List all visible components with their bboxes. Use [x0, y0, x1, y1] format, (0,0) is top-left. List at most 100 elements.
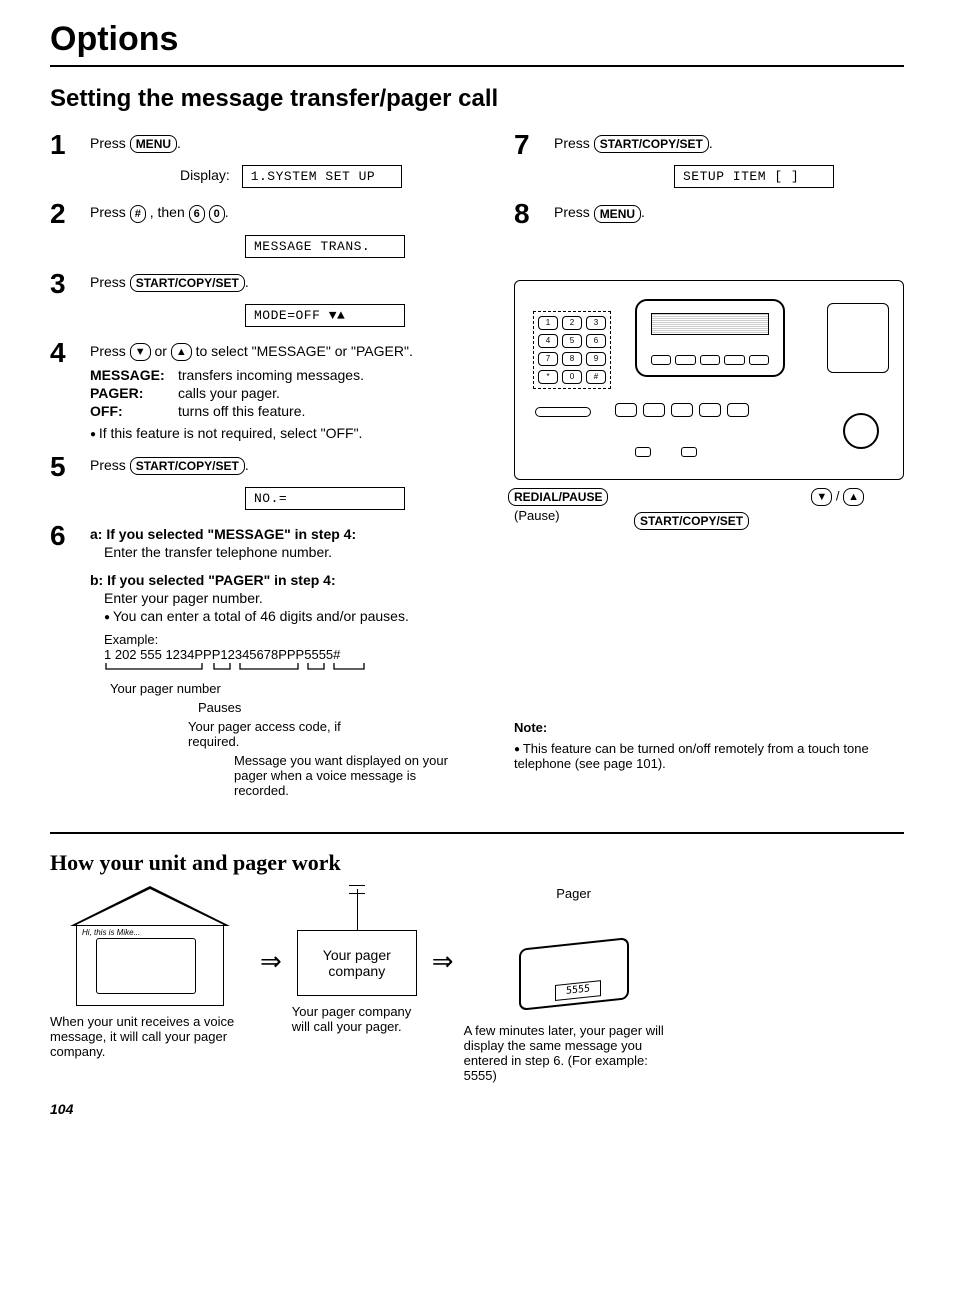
def-message-term: MESSAGE:: [90, 367, 178, 383]
device-illustration-wrap: Dial keypad MENU 123 456 789 *0#: [514, 280, 904, 550]
how-cap-2: Your pager company will call your pager.: [292, 1004, 422, 1034]
down-arrow-key: ▼: [130, 343, 151, 361]
step-4-number: 4: [50, 337, 76, 441]
def-off-term: OFF:: [90, 403, 178, 419]
step-1-text: Press: [90, 135, 130, 151]
fax-machine-icon: [96, 938, 196, 994]
antenna-icon: [357, 889, 358, 931]
pager-icon: 5555: [509, 925, 639, 1015]
side-buttons-icon: [827, 303, 889, 373]
step-7-number: 7: [514, 129, 540, 188]
step-2-pre: Press: [90, 204, 130, 220]
steps-left: 1 Press MENU. Display: 1.SYSTEM SET UP 2…: [50, 129, 484, 808]
house-icon: Hi, this is Mike...: [70, 886, 230, 1006]
step-6b-body: Enter your pager number.: [104, 590, 484, 606]
display-label: Display:: [180, 167, 230, 183]
menu-key-8: MENU: [594, 205, 641, 223]
page-number: 104: [50, 1101, 904, 1117]
how-cap-3: A few minutes later, your pager will dis…: [464, 1023, 684, 1083]
how-title: How your unit and pager work: [50, 850, 904, 876]
label-pause: (Pause): [514, 508, 560, 523]
section-title: Setting the message transfer/pager call: [50, 85, 904, 113]
display-2: MESSAGE TRANS.: [245, 235, 405, 258]
down-arrow-icon: ▼: [811, 488, 832, 506]
annot-access-code: Your pager access code, if required.: [188, 719, 368, 749]
jog-dial-icon: [843, 413, 879, 449]
speech-balloon: Hi, this is Mike...: [82, 928, 140, 937]
step-1-after: .: [177, 135, 181, 151]
display-5: NO.=: [245, 487, 405, 510]
start-copy-set-key-3: START/COPY/SET: [130, 274, 245, 292]
how-col-pager: Pager 5555 A few minutes later, your pag…: [464, 886, 684, 1083]
def-pager-term: PAGER:: [90, 385, 178, 401]
zero-key: 0: [209, 205, 225, 223]
step-6b-bullet: You can enter a total of 46 digits and/o…: [104, 608, 484, 624]
def-pager: calls your pager.: [178, 385, 280, 401]
up-arrow-key: ▲: [171, 343, 192, 361]
start-copy-set-key-5: START/COPY/SET: [130, 457, 245, 475]
def-off: turns off this feature.: [178, 403, 305, 419]
row-buttons-icon: [615, 403, 749, 417]
step-4-rest: to select "MESSAGE" or "PAGER".: [196, 343, 413, 359]
hash-key: #: [130, 205, 146, 223]
step-6-number: 6: [50, 520, 76, 798]
how-col-unit: Hi, this is Mike... When your unit recei…: [50, 886, 250, 1059]
step-6a-body: Enter the transfer telephone number.: [104, 544, 484, 560]
divider-mid: [50, 832, 904, 834]
note-title: Note:: [514, 720, 904, 735]
label-redial-pause: REDIAL/PAUSE: [508, 488, 608, 506]
page-title: Options: [50, 20, 904, 59]
step-4-bullet: If this feature is not required, select …: [90, 425, 484, 441]
step-5-text: Press: [90, 457, 130, 473]
six-key: 6: [189, 205, 205, 223]
step-4: 4 Press ▼ or ▲ to select "MESSAGE" or "P…: [50, 337, 484, 441]
menu-key: MENU: [130, 135, 177, 153]
step-3: 3 Press START/COPY/SET. MODE=OFF ▼▲: [50, 268, 484, 327]
label-start-copy-set: START/COPY/SET: [634, 512, 749, 530]
step-2-after: .: [225, 204, 229, 220]
pager-company-box: Your pager company: [297, 930, 417, 996]
slot-icon: [535, 407, 591, 417]
display-1: 1.SYSTEM SET UP: [242, 165, 402, 188]
annot-pager-number: Your pager number: [110, 681, 484, 696]
step-2: 2 Press # , then 6 0. MESSAGE TRANS.: [50, 198, 484, 257]
note-body: This feature can be turned on/off remote…: [514, 741, 904, 771]
annot-pauses: Pauses: [198, 700, 484, 715]
up-arrow-icon: ▲: [843, 488, 864, 506]
step-8-after: .: [641, 204, 645, 220]
step-7-text: Press: [554, 135, 594, 151]
step-1-number: 1: [50, 129, 76, 188]
step-8-number: 8: [514, 198, 540, 230]
example-brackets-icon: [104, 662, 404, 674]
step-6: 6 a: If you selected "MESSAGE" in step 4…: [50, 520, 484, 798]
note-block: Note: This feature can be turned on/off …: [514, 720, 904, 771]
pager-label: Pager: [556, 886, 591, 901]
step-3-text: Press: [90, 274, 130, 290]
step-2-number: 2: [50, 198, 76, 257]
step-7: 7 Press START/COPY/SET. SETUP ITEM [ ]: [514, 129, 904, 188]
display-7: SETUP ITEM [ ]: [674, 165, 834, 188]
step-8: 8 Press MENU.: [514, 198, 904, 230]
step-2-mid: , then: [150, 204, 189, 220]
step-6a-title: a: If you selected "MESSAGE" in step 4:: [90, 526, 484, 542]
def-message: transfers incoming messages.: [178, 367, 364, 383]
step-1: 1 Press MENU. Display: 1.SYSTEM SET UP: [50, 129, 484, 188]
step-3-number: 3: [50, 268, 76, 327]
keypad-icon: 123 456 789 *0#: [533, 311, 611, 389]
step-5-number: 5: [50, 451, 76, 510]
display-3: MODE=OFF ▼▲: [245, 304, 405, 327]
pager-display: 5555: [555, 981, 601, 1002]
arrow-2-icon: ⇒: [432, 946, 454, 977]
device-illustration: 123 456 789 *0#: [514, 280, 904, 480]
example-string: 1 202 555 1234PPP12345678PPP5555#: [104, 647, 484, 662]
step-8-text: Press: [554, 204, 594, 220]
step-7-after: .: [709, 135, 713, 151]
example-label: Example:: [104, 632, 484, 647]
arrow-1-icon: ⇒: [260, 946, 282, 977]
steps-right: 7 Press START/COPY/SET. SETUP ITEM [ ] 8…: [514, 129, 904, 808]
step-5-after: .: [245, 457, 249, 473]
how-cap-1: When your unit receives a voice message,…: [50, 1014, 250, 1059]
how-diagram: Hi, this is Mike... When your unit recei…: [50, 886, 904, 1083]
start-copy-set-key-7: START/COPY/SET: [594, 135, 709, 153]
small-buttons-icon: [635, 447, 697, 457]
